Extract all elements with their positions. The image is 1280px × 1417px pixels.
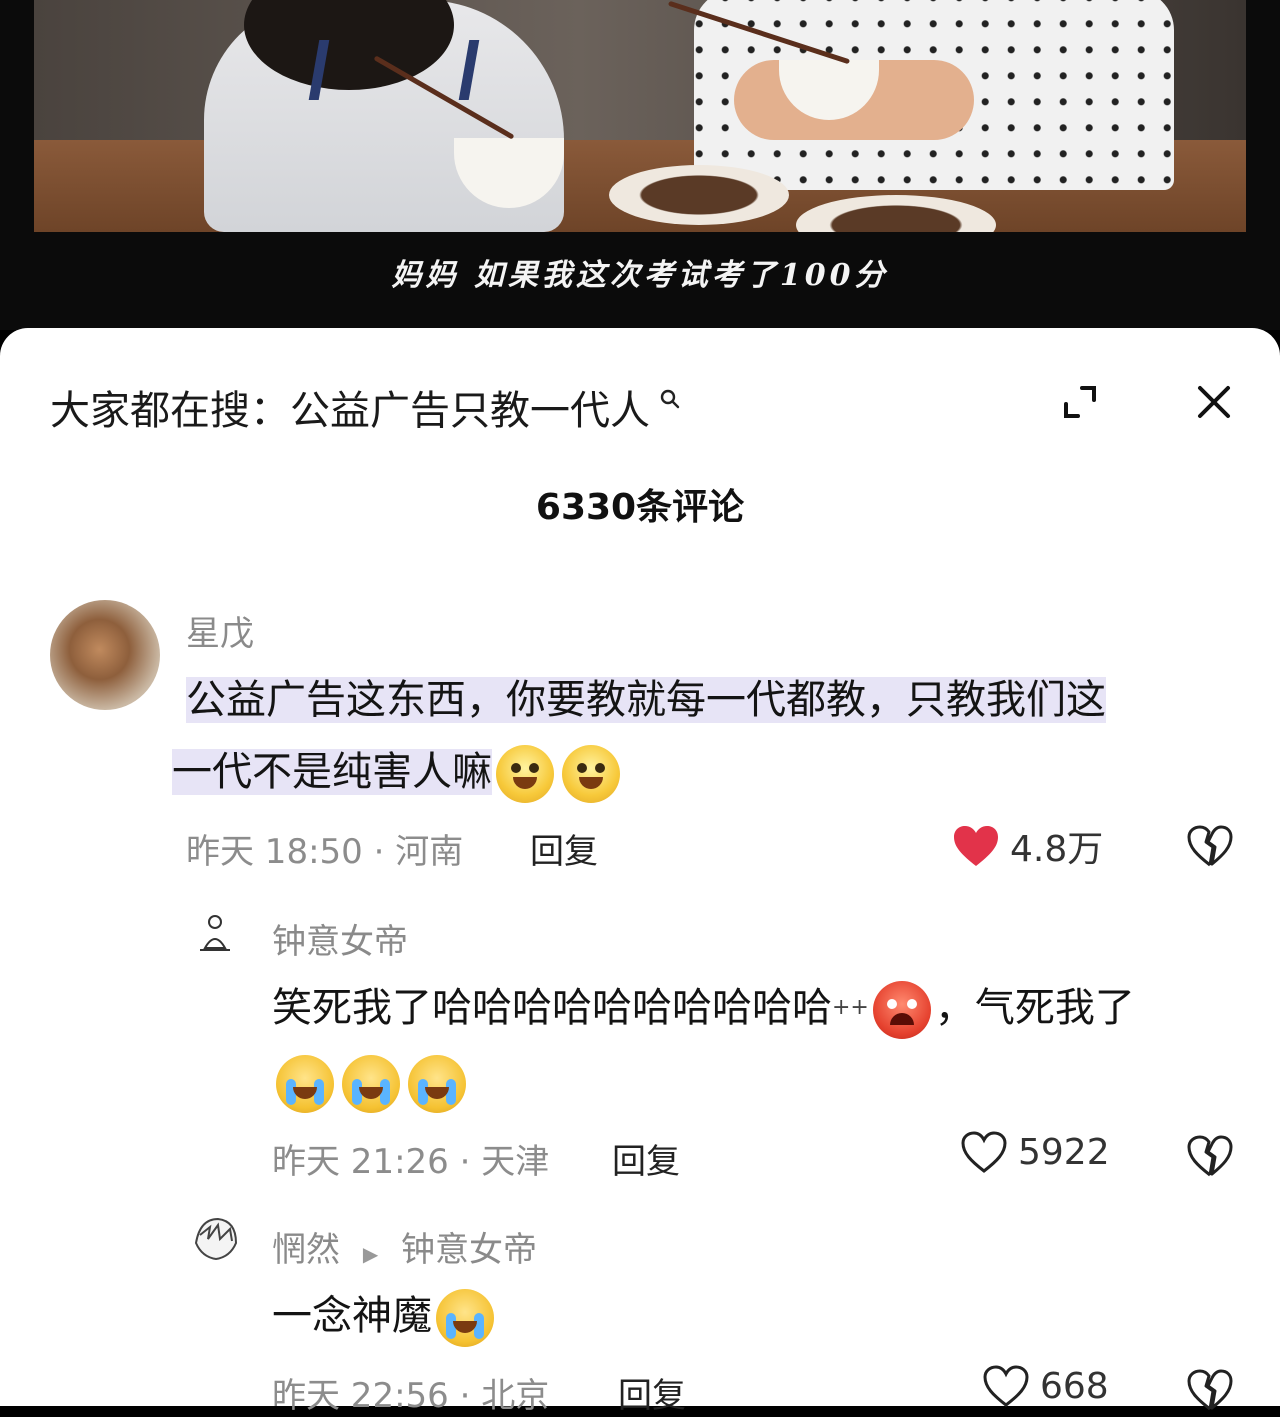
heart-outline-icon — [961, 1131, 1007, 1173]
search-query: 公益广告只教一代人 — [290, 388, 650, 434]
sparkle-icon: ++ — [832, 995, 869, 1020]
comment-text: 公益广告这东西，你要教就每一代都教，只教我们这 — [186, 664, 1106, 736]
close-icon — [1198, 386, 1230, 418]
reply-button[interactable]: 回复 — [530, 824, 598, 873]
video-player[interactable]: 妈妈 如果我这次考试考了100分 — [0, 0, 1280, 330]
comment-text-line: 公益广告这东西，你要教就每一代都教，只教我们这 — [186, 677, 1106, 723]
comment-username[interactable]: 星戊 — [186, 606, 254, 655]
heart-filled-icon — [954, 826, 998, 866]
search-prefix: 大家都在搜： — [50, 388, 290, 434]
comment-time-location: 昨天 21:26 · 天津 — [272, 1142, 550, 1182]
comment-username: 惘然 ▶ 钟意女帝 — [272, 1222, 537, 1271]
expand-button[interactable] — [1050, 374, 1110, 430]
expand-icon — [1064, 386, 1096, 418]
like-button[interactable]: 5922 — [960, 1130, 1110, 1174]
comment-time-location: 昨天 18:50 · 河南 — [186, 832, 464, 872]
search-icon — [652, 389, 681, 416]
close-button[interactable] — [1184, 374, 1244, 430]
smile-emoji-icon — [562, 745, 620, 803]
replied-to-username[interactable]: 钟意女帝 — [401, 1230, 537, 1270]
heart-outline-icon — [983, 1365, 1029, 1407]
avatar[interactable] — [190, 1213, 242, 1265]
comment-time-location: 昨天 22:56 · 北京 — [272, 1376, 550, 1416]
angry-emoji-icon — [872, 981, 931, 1039]
avatar[interactable] — [190, 908, 240, 958]
comment-count: 6330条评论 — [535, 487, 745, 528]
reply-button[interactable]: 回复 — [612, 1134, 680, 1183]
crying-emoji-icon — [342, 1055, 400, 1113]
comment-text-suffix: ，气死我了 — [934, 985, 1135, 1031]
comment-sheet: 大家都在搜：公益广告只教一代人 6330条评论 星戊 公益广告这东西，你要教就每… — [0, 328, 1280, 1416]
comment-text-line: 一代不是纯害人嘛 — [172, 749, 492, 795]
broken-heart-icon[interactable] — [1186, 1366, 1234, 1414]
crying-emoji-icon — [276, 1055, 334, 1113]
reply-username[interactable]: 惘然 — [272, 1230, 340, 1270]
smile-emoji-icon — [496, 745, 554, 803]
reply-button[interactable]: 回复 — [618, 1368, 686, 1417]
comment-text: 一念神魔 — [272, 1280, 498, 1352]
avatar-sketch-icon — [200, 915, 230, 951]
trending-search-link[interactable]: 大家都在搜：公益广告只教一代人 — [50, 378, 681, 436]
like-count: 5922 — [1018, 1131, 1110, 1173]
like-count: 4.8万 — [1010, 829, 1104, 870]
video-subtitle: 妈妈 如果我这次考试考了100分 — [391, 258, 889, 293]
comment-username[interactable]: 钟意女帝 — [272, 914, 408, 963]
crying-emoji-icon — [436, 1289, 494, 1347]
like-count: 668 — [1040, 1365, 1109, 1407]
reply-arrow-icon: ▶ — [362, 1242, 379, 1266]
comment-emoji-line — [272, 1046, 470, 1118]
broken-heart-icon[interactable] — [1186, 1132, 1234, 1180]
like-button[interactable]: 668 — [982, 1364, 1109, 1408]
video-frame — [34, 0, 1246, 232]
broken-heart-icon[interactable] — [1186, 822, 1234, 870]
dish-plate — [609, 165, 789, 225]
like-button[interactable]: 4.8万 — [952, 820, 1103, 872]
crying-emoji-icon — [408, 1055, 466, 1113]
comment-text-line: 笑死我了哈哈哈哈哈哈哈哈哈哈 — [272, 985, 832, 1031]
avatar[interactable] — [50, 600, 160, 710]
avatar-anime-icon — [194, 1217, 238, 1261]
comment-text-line: 一念神魔 — [272, 1293, 432, 1339]
comment-text: 笑死我了哈哈哈哈哈哈哈哈哈哈++ ，气死我了 — [272, 972, 1240, 1044]
comment-text: 一代不是纯害人嘛 — [172, 736, 624, 808]
